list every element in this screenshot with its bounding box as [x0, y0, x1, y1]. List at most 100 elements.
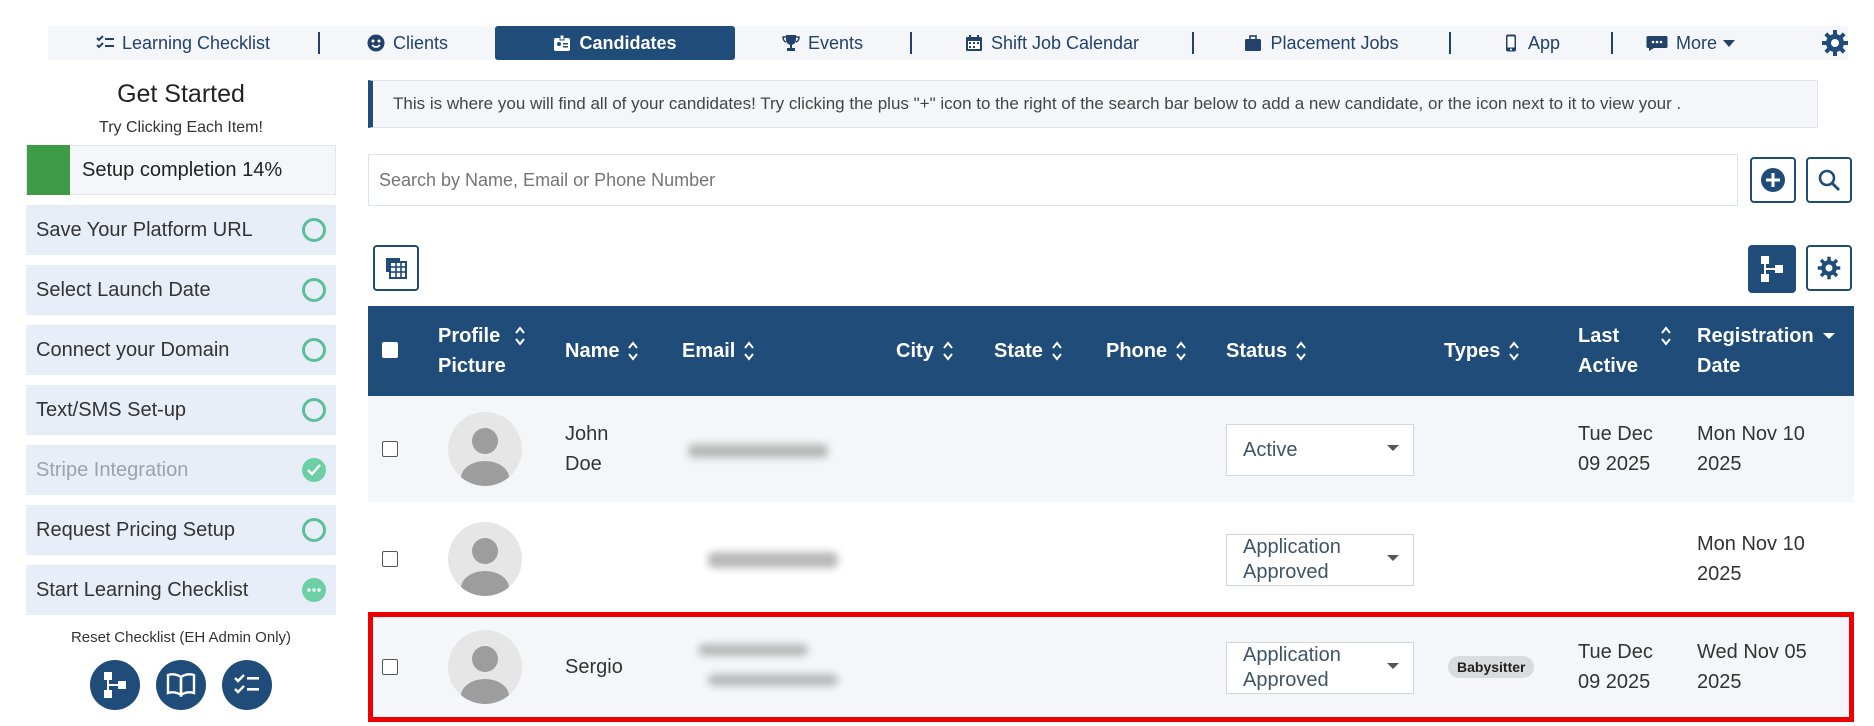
caret-down-icon: [1387, 663, 1399, 669]
nav-app[interactable]: App: [1451, 26, 1611, 60]
header-label: Profile: [438, 325, 501, 347]
nav-label: Events: [807, 32, 864, 53]
column-state[interactable]: State: [994, 306, 1063, 396]
book-icon[interactable]: [156, 660, 206, 710]
header-label: Name: [565, 339, 620, 362]
header-label: State: [994, 339, 1043, 362]
column-status[interactable]: Status: [1226, 306, 1307, 396]
sort-icon: [514, 324, 526, 348]
add-candidate-button[interactable]: [1750, 157, 1796, 203]
empty-circle-icon: [302, 338, 326, 362]
empty-circle-icon: [302, 518, 326, 542]
nav-more[interactable]: More: [1613, 26, 1768, 60]
status-value: Approved: [1243, 669, 1329, 691]
sidebar-item-save-platform-url[interactable]: Save Your Platform URL: [26, 205, 336, 255]
date-line: Wed Nov 05: [1697, 641, 1807, 663]
sidebar-subtitle: Try Clicking Each Item!: [99, 119, 263, 136]
search-input[interactable]: [379, 169, 1737, 191]
date-line: 09 2025: [1578, 671, 1651, 693]
sidebar-item-select-launch-date[interactable]: Select Launch Date: [26, 265, 336, 315]
trophy-icon: [782, 34, 800, 52]
plus-circle-icon: [1761, 168, 1785, 192]
table-row[interactable]: Application Approved Mon Nov 10 2025: [368, 506, 1854, 612]
sidebar-item-label: Start Learning Checklist: [36, 578, 249, 601]
id-badge-icon: [553, 34, 571, 52]
select-all-checkbox[interactable]: [382, 342, 398, 358]
sort-icon: [1508, 339, 1520, 363]
sort-icon: [627, 339, 639, 363]
sidebar-item-start-learning-checklist[interactable]: Start Learning Checklist: [26, 565, 336, 615]
name-line: Sergio: [565, 656, 623, 678]
sidebar-item-request-pricing-setup[interactable]: Request Pricing Setup: [26, 505, 336, 555]
caret-down-icon: [1387, 445, 1399, 451]
row-checkbox[interactable]: [382, 659, 398, 675]
nav-label: More: [1675, 32, 1717, 53]
spreadsheet-icon: [386, 258, 407, 279]
nav-label: Learning Checklist: [121, 32, 271, 53]
nav-placement-jobs[interactable]: Placement Jobs: [1194, 26, 1449, 60]
info-text: This is where you will find all of your …: [393, 94, 1682, 113]
column-registration-date[interactable]: Registration Date: [1697, 306, 1836, 396]
checklist-icon[interactable]: [222, 660, 272, 710]
header-label: Last: [1578, 325, 1620, 347]
row-checkbox[interactable]: [382, 441, 398, 457]
avatar: [448, 522, 522, 596]
date-line: 09 2025: [1578, 453, 1651, 475]
org-chart-view-button[interactable]: [1748, 245, 1796, 293]
nav-shift-job-calendar[interactable]: Shift Job Calendar: [912, 26, 1192, 60]
search-button[interactable]: [1806, 157, 1852, 203]
column-profile-picture[interactable]: Profile Picture: [438, 306, 526, 396]
column-email[interactable]: Email: [682, 306, 755, 396]
user-silhouette-icon: [461, 428, 509, 486]
status-select[interactable]: Application Approved: [1226, 534, 1414, 586]
sitemap-icon[interactable]: [90, 660, 140, 710]
progress-label: Setup completion 14%: [82, 158, 283, 181]
date-line: 2025: [1697, 563, 1742, 585]
get-started-sidebar: Get Started Try Clicking Each Item! Setu…: [26, 70, 336, 710]
nav-events[interactable]: Events: [735, 26, 910, 60]
sidebar-item-stripe-integration[interactable]: Stripe Integration: [26, 445, 336, 495]
settings-gear-icon[interactable]: [1820, 28, 1850, 58]
nav-learning-checklist[interactable]: Learning Checklist: [48, 26, 318, 60]
table-row[interactable]: Sergio Application Approved Babysitter T…: [368, 614, 1854, 720]
progress-fill: [27, 145, 70, 195]
sidebar-item-label: Select Launch Date: [36, 278, 211, 301]
header-label: Email: [682, 339, 736, 362]
column-last-active[interactable]: Last Active: [1578, 306, 1672, 396]
sidebar-item-text-sms-setup[interactable]: Text/SMS Set-up: [26, 385, 336, 435]
export-spreadsheet-button[interactable]: [373, 245, 419, 291]
header-label: Types: [1444, 339, 1501, 362]
date-line: Tue Dec: [1578, 423, 1653, 445]
name-line: Doe: [565, 453, 602, 475]
cell-registration-date: Mon Nov 10 2025: [1697, 396, 1805, 502]
table-header: Profile Picture Name Email City State Pho…: [368, 306, 1854, 396]
sort-icon: [942, 339, 954, 363]
caret-down-icon: [1387, 555, 1399, 561]
nav-label: Placement Jobs: [1270, 32, 1399, 53]
column-types[interactable]: Types: [1444, 306, 1520, 396]
column-name[interactable]: Name: [565, 306, 639, 396]
table-settings-button[interactable]: [1806, 245, 1852, 291]
date-line: 2025: [1697, 671, 1742, 693]
cell-name: John Doe: [565, 396, 608, 502]
checklist-icon: [96, 34, 114, 52]
sort-icon: [743, 339, 755, 363]
status-select[interactable]: Application Approved: [1226, 642, 1414, 694]
gear-icon: [1817, 256, 1841, 280]
row-checkbox[interactable]: [382, 551, 398, 567]
column-phone[interactable]: Phone: [1106, 306, 1187, 396]
nav-clients[interactable]: Clients: [320, 26, 495, 60]
column-city[interactable]: City: [896, 306, 954, 396]
sidebar-item-connect-domain[interactable]: Connect your Domain: [26, 325, 336, 375]
blurred-email: [688, 444, 828, 458]
search-icon: [1818, 169, 1840, 191]
table-row[interactable]: John Doe Active Tue Dec 09 2025 Mon Nov 10…: [368, 396, 1854, 502]
nav-candidates[interactable]: Candidates: [495, 26, 735, 60]
sidebar-title: Get Started: [117, 80, 245, 108]
nav-label: Candidates: [579, 32, 677, 53]
avatar: [448, 412, 522, 486]
status-select[interactable]: Active: [1226, 424, 1414, 476]
nav-label: App: [1527, 32, 1561, 53]
reset-checklist-link[interactable]: Reset Checklist (EH Admin Only): [26, 629, 336, 646]
sidebar-item-label: Stripe Integration: [36, 458, 189, 481]
